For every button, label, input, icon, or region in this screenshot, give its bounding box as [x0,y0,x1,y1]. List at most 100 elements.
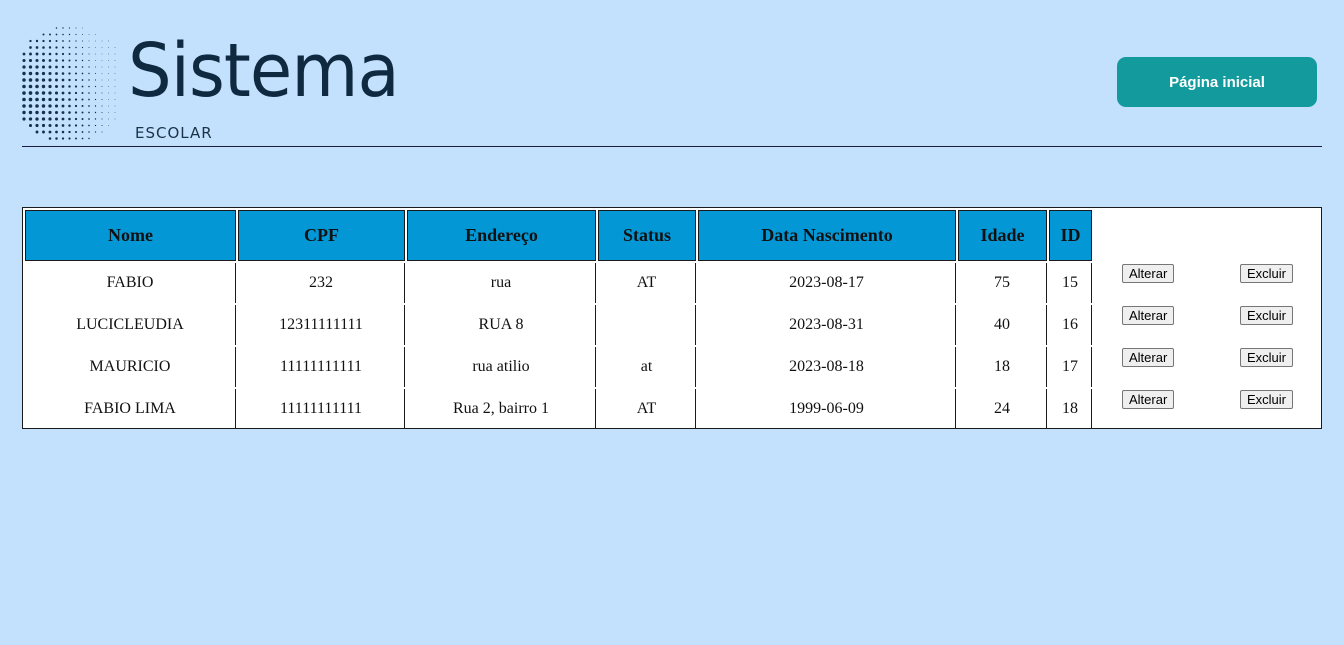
cell-data-nascimento: 2023-08-31 [698,305,956,345]
globe-dot [68,91,71,95]
globe-dot [61,91,65,95]
cell-id: 15 [1049,263,1092,303]
globe-dot [48,130,52,134]
edit-button[interactable]: Alterar [1122,390,1175,409]
globe-dot [81,46,84,49]
globe-dot [101,40,103,42]
globe-dot [114,73,116,74]
globe-dot [42,130,45,134]
cell-cpf: 232 [238,263,405,303]
table-row: LUCICLEUDIA 12311111111 RUA 8 2023-08-31… [25,305,1321,345]
globe-dot [22,52,26,56]
globe-dot [28,91,33,95]
globe-logo-icon [22,27,116,140]
edit-button[interactable]: Alterar [1122,348,1175,367]
globe-dot [41,65,46,69]
globe-dot [108,105,109,107]
globe-dot [114,86,116,87]
globe-dot [35,110,39,115]
globe-dot [61,130,65,134]
delete-button[interactable]: Excluir [1239,264,1293,283]
globe-dot [61,98,65,101]
cell-idade: 24 [958,389,1047,429]
globe-dot [35,78,39,82]
globe-dot [75,46,77,49]
edit-button[interactable]: Alterar [1122,306,1175,325]
globe-dot [22,97,26,102]
cell-actions: Alterar Excluir [1094,347,1321,387]
students-table-container: Nome CPF Endereço Status Data Nascimento… [22,207,1322,429]
globe-dot [48,91,52,95]
header-idade: Idade [958,210,1047,261]
cell-status: at [598,347,696,387]
cell-status [598,305,696,345]
globe-dot [28,97,33,102]
globe-dot [48,84,52,89]
globe-dot [81,53,84,55]
globe-dot [101,73,103,74]
globe-dot [35,84,39,89]
globe-dot [75,53,77,55]
globe-dot [74,78,78,82]
globe-dot [75,33,77,36]
globe-dot [41,104,46,108]
header-data-nascimento: Data Nascimento [698,210,956,261]
globe-dot [81,85,84,88]
cell-actions: Alterar Excluir [1094,305,1321,345]
home-button[interactable]: Página inicial [1117,57,1317,107]
globe-dot [35,65,39,69]
globe-dot [48,104,52,108]
globe-dot [28,110,33,115]
globe-dot [68,46,71,49]
globe-dot [35,104,39,108]
globe-dot [75,72,77,75]
globe-dot [61,117,65,121]
globe-dot [101,79,103,81]
globe-dot [101,86,103,87]
globe-dot [42,39,45,43]
globe-dot [75,59,77,62]
globe-dot [68,124,71,127]
globe-dot [74,91,78,95]
globe-dot [74,117,78,121]
globe-dot [81,105,84,107]
cell-nome: FABIO [25,263,236,303]
globe-dot [68,137,71,140]
delete-button[interactable]: Excluir [1239,306,1293,325]
globe-dot [62,40,64,42]
globe-dot [88,66,90,68]
globe-dot [42,33,45,36]
globe-dot [81,118,84,120]
cell-endereco: rua [407,263,596,303]
globe-dot [114,66,116,68]
globe-dot [61,137,65,140]
globe-dot [108,47,109,48]
globe-dot [35,46,39,49]
globe-dot [22,71,26,76]
globe-dot [68,104,71,108]
globe-dot [88,124,90,127]
globe-dot [41,78,46,82]
globe-dot [68,27,71,29]
globe-dot [95,47,96,48]
globe-dot [108,86,109,87]
globe-dot [108,125,109,126]
globe-dot [75,40,77,42]
cell-cpf: 11111111111 [238,389,405,429]
globe-dot [22,117,26,121]
globe-dot [88,131,90,133]
delete-button[interactable]: Excluir [1239,390,1293,409]
globe-dot [81,98,84,101]
globe-dot [75,27,77,29]
globe-dot [48,71,52,76]
globe-dot [35,123,39,128]
globe-dot [61,65,65,69]
globe-dot [22,78,26,82]
globe-dot [108,79,109,81]
delete-button[interactable]: Excluir [1239,348,1293,367]
globe-dot [28,58,33,63]
globe-dot [62,33,64,36]
globe-dot [48,123,52,128]
edit-button[interactable]: Alterar [1122,264,1175,283]
globe-dot [81,40,84,42]
